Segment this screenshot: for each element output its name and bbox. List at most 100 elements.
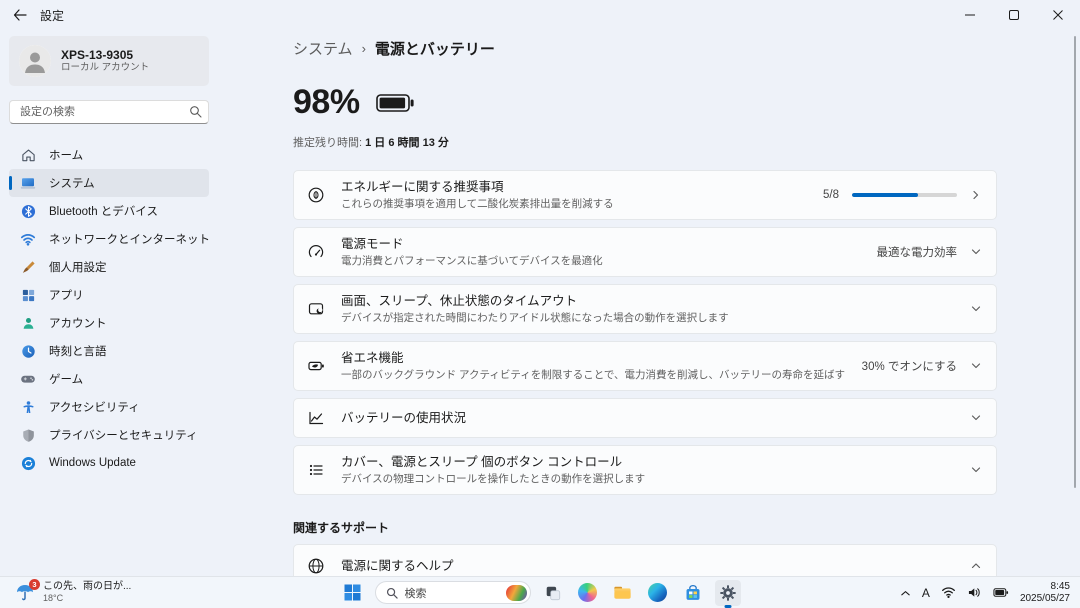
- taskbar-search[interactable]: 検索: [375, 581, 531, 604]
- weather-temperature: 18°C: [43, 593, 131, 604]
- sidebar-item-accounts[interactable]: アカウント: [9, 309, 209, 337]
- settings-gear-icon: [719, 584, 737, 602]
- search-icon: [386, 587, 398, 599]
- sidebar: XPS-13-9305 ローカル アカウント ホーム システム Bluetoot…: [0, 30, 218, 576]
- screen-timeout-icon: [307, 300, 325, 318]
- main-content: システム › 電源とバッテリー 98% 推定残り時間: 1 日 6 時間 13 …: [218, 30, 1080, 576]
- shield-icon: [20, 427, 36, 443]
- card-energy-recommendations[interactable]: エネルギーに関する推奨事項 これらの推奨事項を適用して二酸化炭素排出量を削減する…: [293, 170, 997, 220]
- globe-icon: [307, 557, 325, 575]
- system-tray: A 8:45 2025/05/27: [900, 577, 1070, 608]
- energy-progress-label: 5/8: [823, 189, 839, 201]
- tray-chevron-up-icon[interactable]: [900, 588, 911, 598]
- tray-time: 8:45: [1020, 581, 1070, 593]
- tray-volume-icon[interactable]: [967, 586, 982, 599]
- sidebar-item-system[interactable]: システム: [9, 169, 209, 197]
- taskbar: 3 この先、雨の日が... 18°C 検索: [0, 576, 1080, 608]
- page-title: 電源とバッテリー: [375, 38, 495, 59]
- settings-search-input[interactable]: [9, 100, 209, 124]
- chevron-down-icon: [970, 360, 982, 372]
- card-energy-saver[interactable]: 省エネ機能 一部のバックグラウンド アクティビティを制限することで、電力消費を削…: [293, 341, 997, 391]
- copilot-button[interactable]: [575, 580, 601, 606]
- paintbrush-icon: [20, 259, 36, 275]
- battery-status: 98%: [293, 83, 997, 122]
- microsoft-store-button[interactable]: [680, 580, 706, 606]
- back-arrow-icon: [13, 9, 27, 21]
- file-explorer-button[interactable]: [610, 580, 636, 606]
- battery-usage-chart-icon: [307, 409, 325, 427]
- clock-globe-icon: [20, 343, 36, 359]
- system-icon: [20, 175, 36, 191]
- copilot-icon: [578, 583, 597, 602]
- sidebar-item-accessibility[interactable]: アクセシビリティ: [9, 393, 209, 421]
- breadcrumb: システム › 電源とバッテリー: [293, 38, 997, 59]
- user-name: XPS-13-9305: [61, 48, 149, 62]
- related-support-heading: 関連するサポート: [293, 519, 997, 536]
- apps-icon: [20, 287, 36, 303]
- search-highlight-thumbnail[interactable]: [506, 585, 527, 601]
- avatar: [19, 45, 51, 77]
- weather-widget[interactable]: 3 この先、雨の日が... 18°C: [8, 577, 137, 608]
- scrollbar[interactable]: [1074, 36, 1076, 488]
- search-icon: [189, 105, 202, 118]
- chevron-right-icon: [970, 189, 982, 201]
- ime-indicator[interactable]: A: [922, 586, 930, 600]
- breadcrumb-separator-icon: ›: [362, 41, 366, 56]
- chevron-up-icon: [970, 560, 982, 572]
- gamepad-icon: [20, 371, 36, 387]
- sidebar-nav: ホーム システム Bluetooth とデバイス ネットワークとインターネット …: [9, 141, 209, 477]
- energy-progress-fill: [852, 193, 918, 197]
- power-mode-value: 最適な電力効率: [877, 244, 958, 260]
- sidebar-item-network-internet[interactable]: ネットワークとインターネット: [9, 225, 209, 253]
- tray-date: 2025/05/27: [1020, 593, 1070, 605]
- clock[interactable]: 8:45 2025/05/27: [1020, 581, 1070, 604]
- sidebar-item-personalization[interactable]: 個人用設定: [9, 253, 209, 281]
- settings-cards: エネルギーに関する推奨事項 これらの推奨事項を適用して二酸化炭素排出量を削減する…: [293, 170, 997, 495]
- minimize-button[interactable]: [948, 0, 992, 30]
- taskbar-search-label: 検索: [405, 585, 499, 601]
- user-account-card[interactable]: XPS-13-9305 ローカル アカウント: [9, 36, 209, 86]
- sidebar-item-windows-update[interactable]: Windows Update: [9, 449, 209, 477]
- task-view-icon: [544, 584, 562, 602]
- person-icon: [20, 315, 36, 331]
- back-button[interactable]: [0, 0, 40, 30]
- windows-logo-icon: [344, 584, 361, 601]
- sidebar-item-apps[interactable]: アプリ: [9, 281, 209, 309]
- sidebar-item-home[interactable]: ホーム: [9, 141, 209, 169]
- task-view-button[interactable]: [540, 580, 566, 606]
- notification-badge: 3: [29, 579, 40, 590]
- tray-battery-icon[interactable]: [993, 586, 1009, 599]
- battery-remaining: 推定残り時間: 1 日 6 時間 13 分: [293, 134, 997, 150]
- edge-icon: [648, 583, 667, 602]
- sidebar-item-gaming[interactable]: ゲーム: [9, 365, 209, 393]
- sidebar-item-privacy-security[interactable]: プライバシーとセキュリティ: [9, 421, 209, 449]
- battery-percent: 98%: [293, 83, 360, 122]
- maximize-button[interactable]: [992, 0, 1036, 30]
- titlebar: 設定: [0, 0, 1080, 30]
- tray-wifi-icon[interactable]: [941, 586, 956, 599]
- card-screen-sleep-timeouts[interactable]: 画面、スリープ、休止状態のタイムアウト デバイスが指定された時間にわたりアイドル…: [293, 284, 997, 334]
- breadcrumb-system[interactable]: システム: [293, 38, 353, 59]
- energy-progress-bar: [852, 193, 957, 197]
- card-power-mode[interactable]: 電源モード 電力消費とパフォーマンスに基づいてデバイスを最適化 最適な電力効率: [293, 227, 997, 277]
- gauge-icon: [307, 243, 325, 261]
- card-lid-power-sleep-buttons[interactable]: カバー、電源とスリープ 個のボタン コントロール デバイスの物理コントロールを操…: [293, 445, 997, 495]
- start-button[interactable]: [340, 580, 366, 606]
- file-explorer-icon: [613, 583, 632, 602]
- button-controls-list-icon: [307, 461, 325, 479]
- energy-saver-value: 30% でオンにする: [862, 358, 957, 374]
- sidebar-item-bluetooth-devices[interactable]: Bluetooth とデバイス: [9, 197, 209, 225]
- wifi-icon: [20, 231, 36, 247]
- sidebar-item-time-language[interactable]: 時刻と言語: [9, 337, 209, 365]
- weather-headline: この先、雨の日が...: [43, 581, 131, 593]
- card-battery-usage[interactable]: バッテリーの使用状況: [293, 398, 997, 438]
- accessibility-person-icon: [20, 399, 36, 415]
- energy-saver-icon: [307, 357, 325, 375]
- edge-button[interactable]: [645, 580, 671, 606]
- settings-button[interactable]: [715, 580, 741, 606]
- card-power-help[interactable]: 電源に関するヘルプ: [293, 544, 997, 576]
- close-button[interactable]: [1036, 0, 1080, 30]
- microsoft-store-icon: [684, 584, 702, 602]
- home-icon: [20, 147, 36, 163]
- battery-icon: [376, 93, 414, 113]
